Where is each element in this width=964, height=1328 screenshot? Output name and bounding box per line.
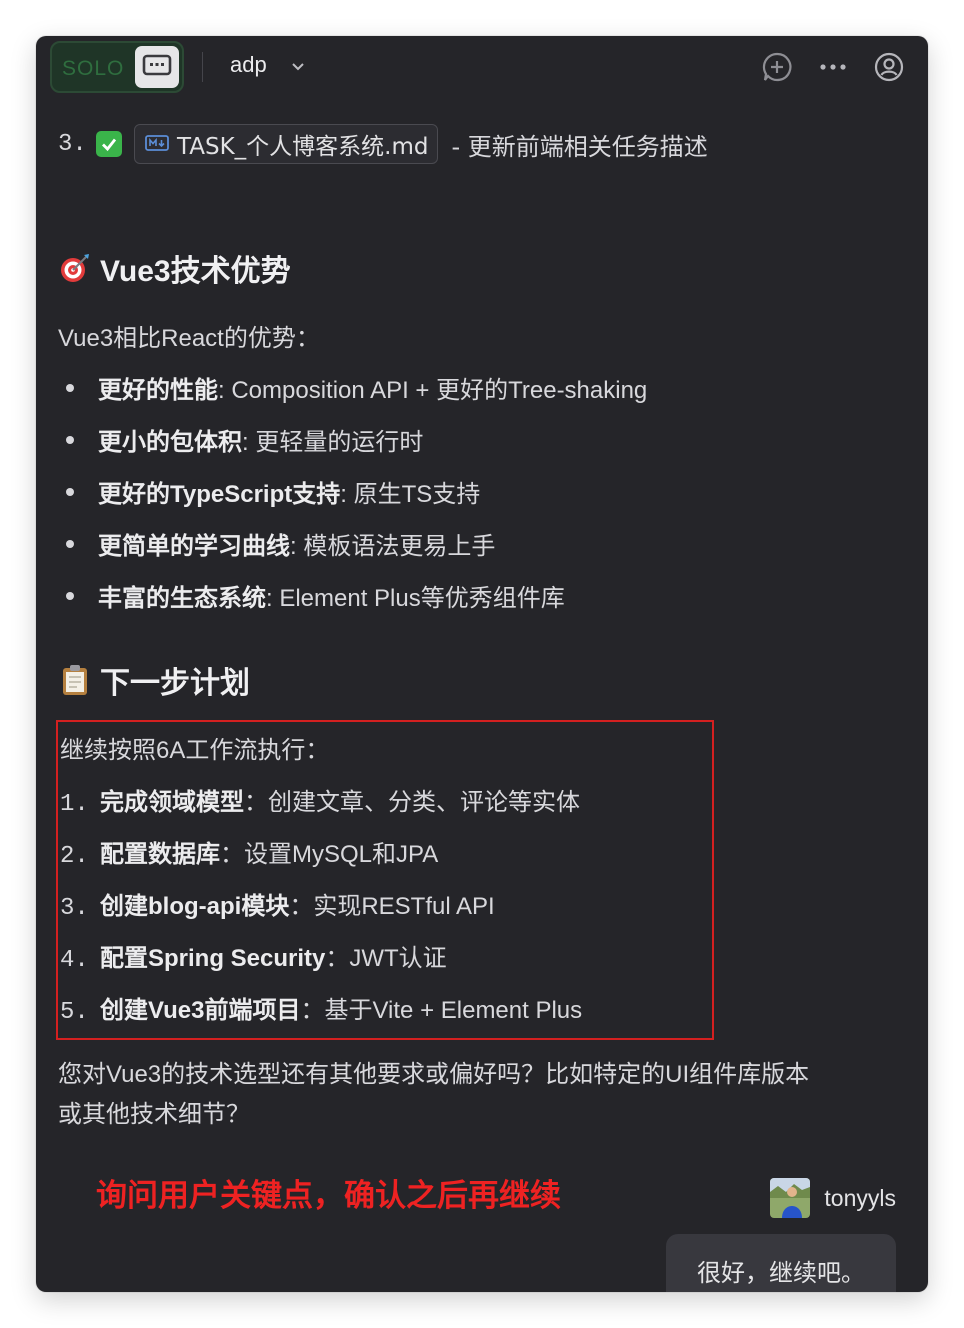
plan-step: 3. 创建blog-api模块：实现RESTful API	[60, 886, 495, 922]
list-item-bold: 更好的性能	[98, 377, 218, 404]
step-number: 4.	[60, 947, 89, 974]
chevron-down-icon[interactable]	[290, 58, 306, 77]
list-item: 更好的性能 : Composition API + 更好的Tree-shakin…	[66, 370, 647, 405]
follow-up-question-line2: 或其他技术细节？	[58, 1101, 250, 1128]
list-item-text: : 原生TS支持	[340, 481, 481, 508]
list-item-text: : 模板语法更易上手	[290, 533, 496, 560]
solo-mode-toggle[interactable]: SOLO	[50, 41, 184, 93]
step-text: ：创建文章、分类、评论等实体	[244, 789, 580, 816]
list-item-bold: 更小的包体积	[98, 429, 242, 456]
step-number: 5.	[60, 999, 89, 1026]
list-item-text: : Element Plus等优秀组件库	[266, 585, 565, 612]
bullet-dot	[66, 383, 74, 392]
file-reference-chip[interactable]: TASK_个人博客系统.md	[134, 124, 438, 164]
bullet-dot	[66, 591, 74, 600]
solo-label: SOLO	[62, 57, 125, 80]
list-item: 更简单的学习曲线 : 模板语法更易上手	[66, 526, 495, 561]
list-item-bold: 更好的TypeScript支持	[98, 481, 341, 508]
chat-window: SOLO adp 3. TASK_个人博客系统.md - 更新前端相关任务描述 …	[36, 36, 928, 1292]
task-description: - 更新前端相关任务描述	[451, 132, 708, 161]
highlighted-plan-box: 继续按照6A工作流执行： 1. 完成领域模型：创建文章、分类、评论等实体 2. 配置…	[56, 720, 714, 1040]
step-title: 创建blog-api模块	[100, 893, 290, 920]
red-annotation: 询问用户关键点，确认之后再继续	[96, 1178, 561, 1213]
checkmark-icon	[96, 131, 122, 157]
step-title: 配置数据库	[100, 841, 220, 868]
step-text: ：JWT认证	[325, 945, 447, 972]
header-divider	[202, 52, 203, 82]
list-item-bold: 丰富的生态系统	[98, 585, 266, 612]
step-number: 2.	[60, 843, 89, 870]
user-header: tonyyls	[770, 1178, 896, 1218]
plan-intro: 继续按照6A工作流执行：	[60, 737, 330, 764]
clipboard-icon	[58, 663, 92, 697]
list-item-text: : Composition API + 更好的Tree-shaking	[218, 377, 648, 404]
new-chat-icon[interactable]	[760, 50, 794, 84]
step-title: 创建Vue3前端项目	[100, 997, 301, 1024]
section-heading: 下一步计划	[100, 667, 250, 700]
step-number: 1.	[60, 791, 89, 818]
list-item-text: : 更轻量的运行时	[242, 429, 424, 456]
section-title-vue3: Vue3技术优势	[58, 246, 291, 290]
step-title: 完成领域模型	[100, 789, 244, 816]
task-list-item: 3. TASK_个人博客系统.md - 更新前端相关任务描述	[58, 124, 708, 164]
bullet-dot	[66, 539, 74, 548]
follow-up-question-line1: 您对Vue3的技术选型还有其他要求或偏好吗？比如特定的UI组件库版本	[58, 1061, 810, 1088]
step-title: 配置Spring Security	[100, 945, 326, 972]
solo-switch-button[interactable]	[135, 46, 179, 88]
plan-step: 5. 创建Vue3前端项目：基于Vite + Element Plus	[60, 990, 582, 1026]
step-number: 3.	[60, 895, 89, 922]
plan-step: 4. 配置Spring Security：JWT认证	[60, 938, 447, 974]
user-name: tonyyls	[824, 1184, 896, 1211]
project-name[interactable]: adp	[230, 52, 267, 78]
chat-header: SOLO adp	[36, 36, 928, 100]
list-item: 丰富的生态系统 : Element Plus等优秀组件库	[66, 578, 565, 613]
vue3-intro: Vue3相比React的优势：	[58, 325, 320, 352]
bullet-dot	[66, 487, 74, 496]
avatar	[770, 1178, 811, 1218]
plan-step: 1. 完成领域模型：创建文章、分类、评论等实体	[60, 782, 580, 818]
plan-step: 2. 配置数据库：设置MySQL和JPA	[60, 834, 438, 870]
list-item-bold: 更简单的学习曲线	[98, 533, 290, 560]
bullet-dot	[66, 435, 74, 444]
step-text: ：设置MySQL和JPA	[220, 841, 439, 868]
step-text: ：实现RESTful API	[289, 893, 495, 920]
list-item: 更小的包体积 : 更轻量的运行时	[66, 422, 423, 457]
target-icon	[58, 251, 92, 285]
more-icon[interactable]	[816, 50, 850, 84]
section-title-plan: 下一步计划	[58, 658, 250, 702]
section-heading: Vue3技术优势	[100, 255, 291, 288]
account-icon[interactable]	[872, 50, 906, 84]
step-text: ：基于Vite + Element Plus	[300, 997, 583, 1024]
user-message-bubble: 很好，继续吧。	[666, 1234, 896, 1292]
list-item: 更好的TypeScript支持 : 原生TS支持	[66, 474, 480, 509]
markdown-file-icon	[145, 130, 169, 158]
file-name: TASK_个人博客系统.md	[177, 134, 429, 160]
terminal-icon	[142, 53, 172, 81]
task-number: 3.	[58, 130, 87, 158]
